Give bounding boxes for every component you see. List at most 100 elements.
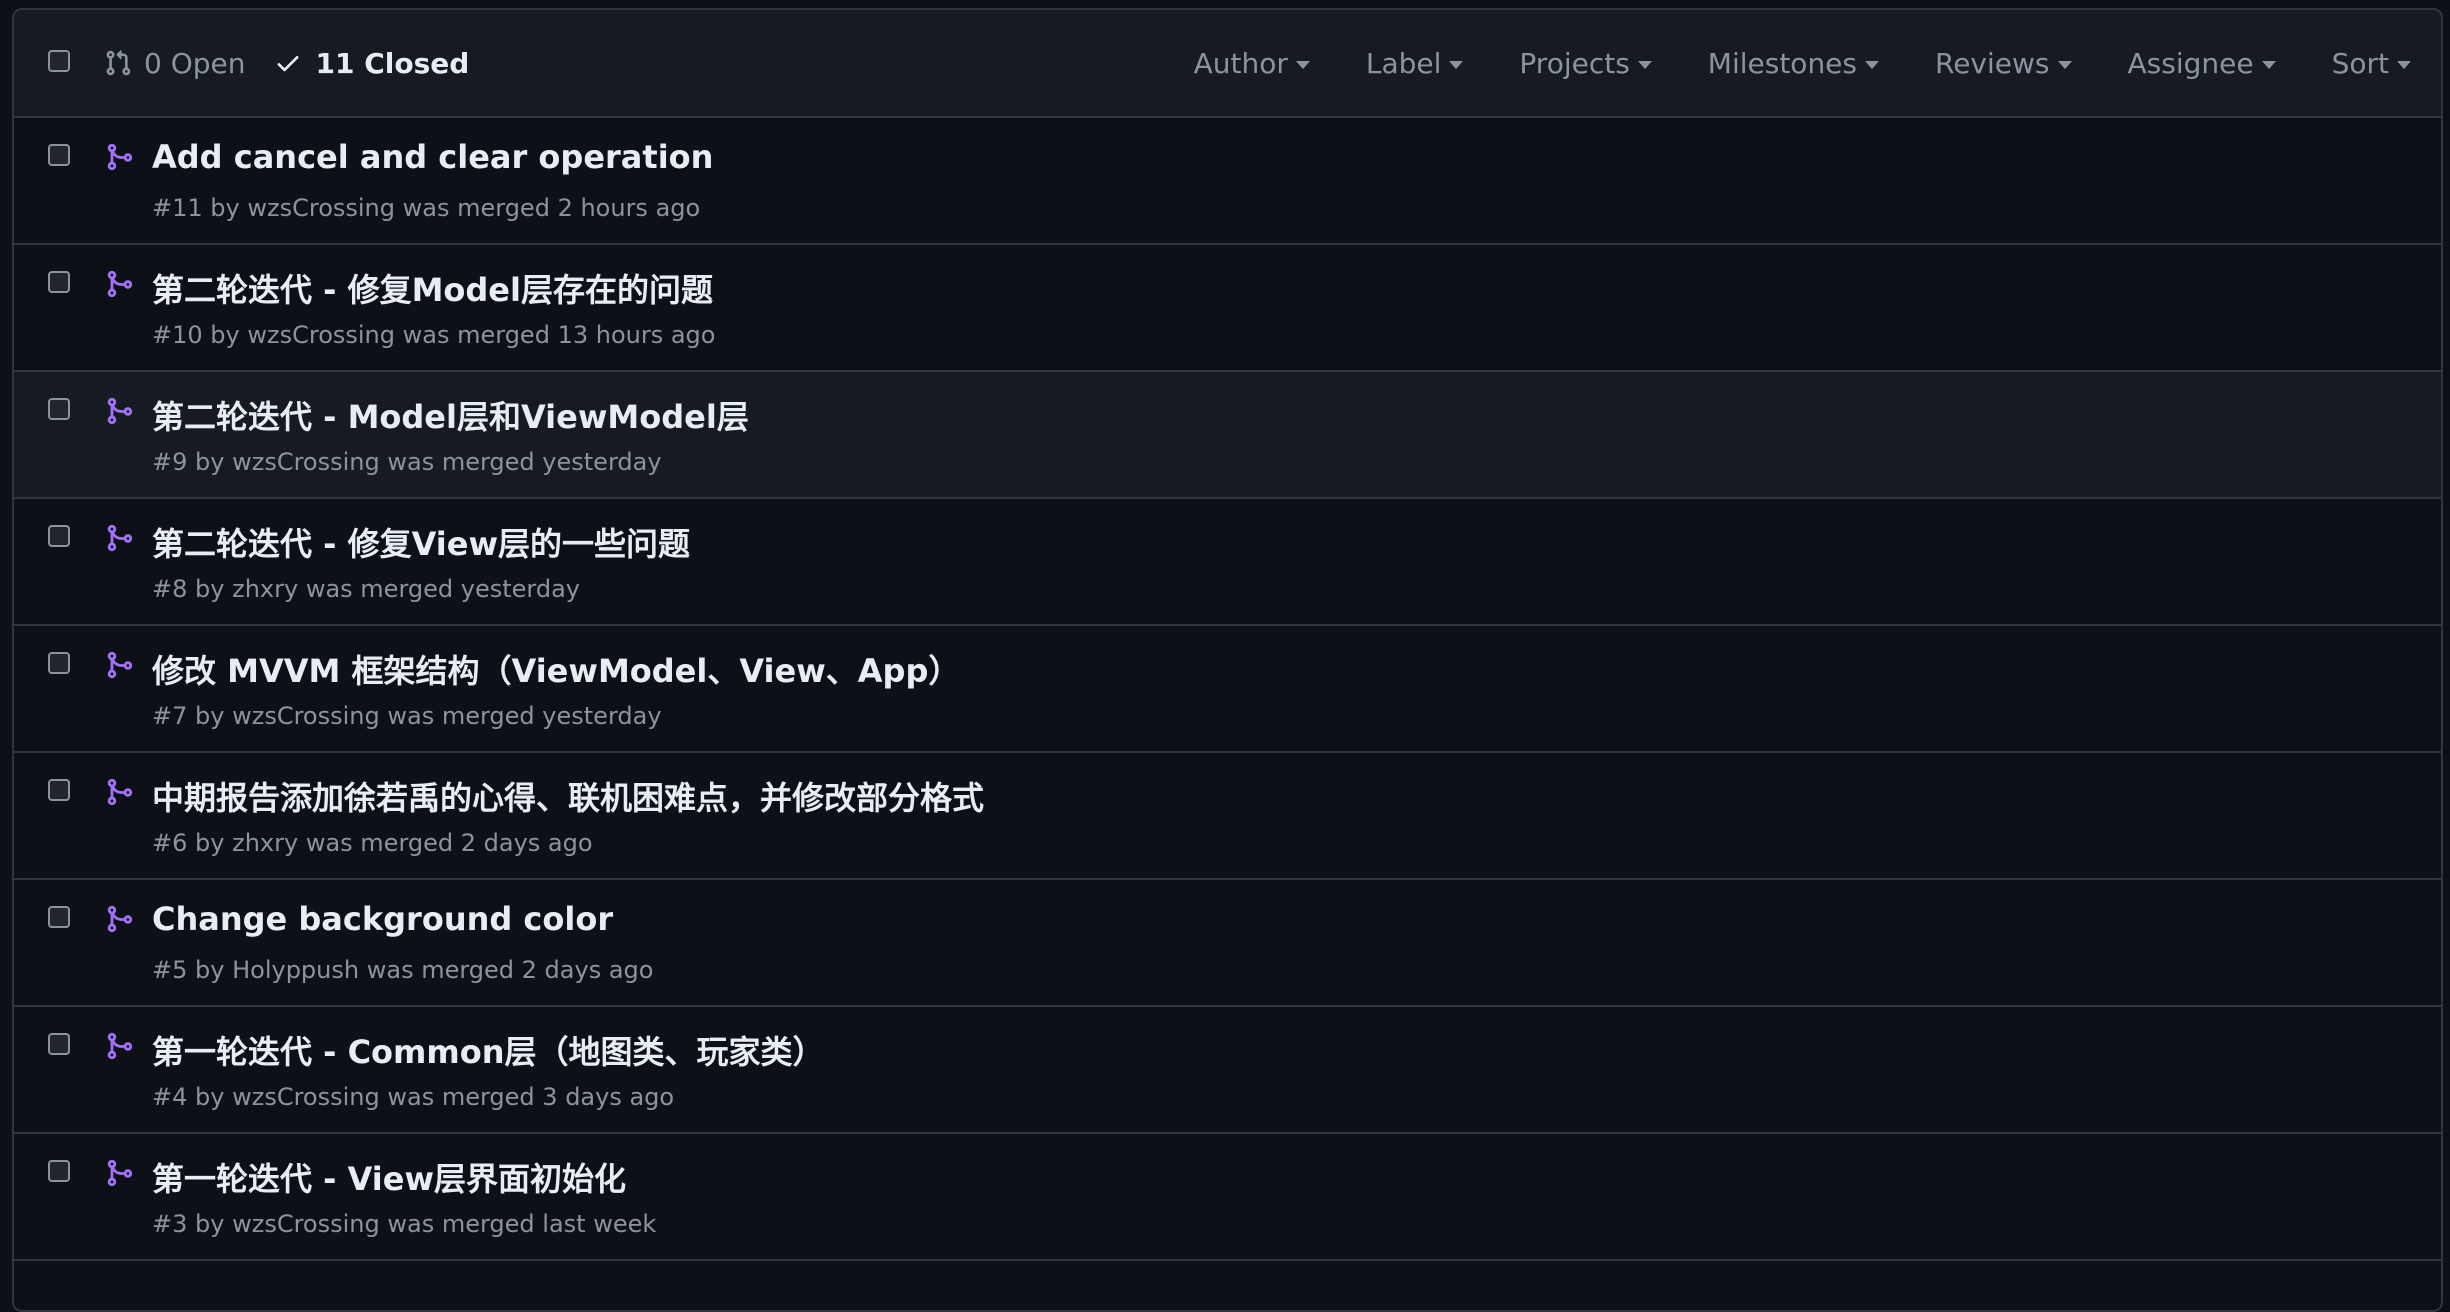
- pr-number: #8: [152, 575, 188, 603]
- sort-dropdown[interactable]: Sort: [2332, 47, 2411, 80]
- pr-author-link[interactable]: zhxry: [232, 575, 298, 603]
- pr-meta: #5 by Holyppush was merged 2 days ago: [152, 956, 654, 984]
- pr-number: #11: [152, 194, 203, 222]
- label-filter-dropdown[interactable]: Label: [1366, 47, 1464, 80]
- pr-status: was merged 2 days ago: [305, 829, 593, 857]
- list-header: 0 Open 11 Closed Author Label Projects M…: [14, 10, 2441, 118]
- pr-author-link[interactable]: wzsCrossing: [247, 321, 395, 349]
- caret-down-icon: [2057, 60, 2072, 69]
- pr-author-link[interactable]: Holyppush: [232, 956, 359, 984]
- caret-down-icon: [2397, 60, 2411, 69]
- closed-filter-link[interactable]: 11 Closed: [274, 46, 470, 80]
- row-checkbox[interactable]: [48, 525, 70, 547]
- row-checkbox[interactable]: [48, 271, 70, 293]
- pr-number: #9: [152, 448, 188, 476]
- pr-meta: #8 by zhxry was merged yesterday: [152, 575, 580, 603]
- pr-status: was merged yesterday: [305, 575, 580, 603]
- row-checkbox[interactable]: [48, 779, 70, 801]
- row-checkbox[interactable]: [48, 652, 70, 674]
- pr-title-link[interactable]: 第一轮迭代 - View层界面初始化: [152, 1154, 626, 1200]
- git-merge-icon: [107, 1159, 133, 1187]
- pr-status: was merged 13 hours ago: [402, 321, 716, 349]
- caret-down-icon: [1295, 60, 1310, 69]
- pr-title-link[interactable]: 第二轮迭代 - Model层和ViewModel层: [152, 392, 749, 438]
- git-pull-request-icon: [106, 50, 131, 76]
- list-item[interactable]: Change background color #5 by Holyppush …: [14, 880, 2441, 1007]
- open-filter-link[interactable]: 0 Open: [104, 47, 246, 80]
- pr-title-link[interactable]: Add cancel and clear operation: [152, 138, 713, 176]
- row-checkbox[interactable]: [48, 398, 70, 420]
- pr-author-link[interactable]: wzsCrossing: [247, 194, 395, 222]
- pr-status: was merged yesterday: [387, 448, 662, 476]
- row-checkbox[interactable]: [48, 906, 70, 928]
- row-checkbox[interactable]: [48, 144, 70, 166]
- pr-status: was merged 3 days ago: [387, 1083, 675, 1111]
- assignee-filter-dropdown[interactable]: Assignee: [2128, 47, 2276, 80]
- pr-meta: #6 by zhxry was merged 2 days ago: [152, 829, 593, 857]
- pr-author-link[interactable]: wzsCrossing: [232, 1210, 380, 1238]
- list-item[interactable]: 第二轮迭代 - 修复Model层存在的问题 #10 by wzsCrossing…: [14, 245, 2441, 372]
- pr-title-link[interactable]: 第一轮迭代 - Common层（地图类、玩家类）: [152, 1027, 825, 1073]
- pr-number: #4: [152, 1083, 188, 1111]
- pr-title-link[interactable]: 修改 MVVM 框架结构（ViewModel、View、App）: [152, 646, 960, 692]
- filter-label: Label: [1365, 46, 1442, 80]
- row-checkbox[interactable]: [48, 1160, 70, 1182]
- pull-request-rows: Add cancel and clear operation #11 by wz…: [14, 118, 2441, 1261]
- git-merge-icon: [107, 1032, 133, 1060]
- pr-meta: #11 by wzsCrossing was merged 2 hours ag…: [152, 194, 701, 222]
- list-item[interactable]: 第二轮迭代 - 修复View层的一些问题 #8 by zhxry was mer…: [14, 499, 2441, 626]
- reviews-filter-dropdown[interactable]: Reviews: [1935, 47, 2072, 80]
- list-item[interactable]: 第一轮迭代 - View层界面初始化 #3 by wzsCrossing was…: [14, 1134, 2441, 1261]
- pr-meta: #9 by wzsCrossing was merged yesterday: [152, 448, 662, 476]
- caret-down-icon: [1637, 60, 1652, 69]
- state-toggle: 0 Open 11 Closed: [104, 10, 469, 116]
- list-item[interactable]: 第一轮迭代 - Common层（地图类、玩家类） #4 by wzsCrossi…: [14, 1007, 2441, 1134]
- filter-label: Reviews: [1935, 46, 2050, 80]
- git-merge-icon: [107, 143, 133, 171]
- select-all-checkbox[interactable]: [48, 50, 70, 72]
- milestones-filter-dropdown[interactable]: Milestones: [1708, 47, 1879, 80]
- pr-author-link[interactable]: wzsCrossing: [232, 448, 380, 476]
- check-icon: [277, 56, 298, 72]
- pr-meta: #4 by wzsCrossing was merged 3 days ago: [152, 1083, 675, 1111]
- list-item[interactable]: 修改 MVVM 框架结构（ViewModel、View、App） #7 by w…: [14, 626, 2441, 753]
- pr-number: #6: [152, 829, 188, 857]
- git-merge-icon: [107, 651, 133, 679]
- list-item[interactable]: 中期报告添加徐若禹的心得、联机困难点，并修改部分格式 #6 by zhxry w…: [14, 753, 2441, 880]
- pr-author-link[interactable]: zhxry: [232, 829, 298, 857]
- pr-title-link[interactable]: 第二轮迭代 - 修复Model层存在的问题: [152, 265, 713, 311]
- pr-meta: #10 by wzsCrossing was merged 13 hours a…: [152, 321, 716, 349]
- git-merge-icon: [107, 524, 133, 552]
- git-merge-icon: [107, 778, 133, 806]
- pr-status: was merged last week: [387, 1210, 657, 1238]
- row-checkbox[interactable]: [48, 1033, 70, 1055]
- pr-author-link[interactable]: wzsCrossing: [232, 1083, 380, 1111]
- pr-status: was merged yesterday: [387, 702, 662, 730]
- pr-status: was merged 2 days ago: [366, 956, 654, 984]
- list-item[interactable]: 第二轮迭代 - Model层和ViewModel层 #9 by wzsCross…: [14, 372, 2441, 499]
- pr-author-link[interactable]: wzsCrossing: [232, 702, 380, 730]
- pr-title-link[interactable]: 中期报告添加徐若禹的心得、联机困难点，并修改部分格式: [152, 773, 984, 819]
- closed-count-label: 11 Closed: [315, 46, 470, 80]
- open-count-label: 0 Open: [144, 46, 246, 80]
- filter-label: Assignee: [2127, 46, 2254, 80]
- caret-down-icon: [1865, 60, 1879, 69]
- projects-filter-dropdown[interactable]: Projects: [1519, 46, 1652, 80]
- pr-status: was merged 2 hours ago: [402, 194, 701, 222]
- author-filter-dropdown[interactable]: Author: [1194, 47, 1310, 80]
- git-merge-icon: [107, 905, 133, 933]
- list-item[interactable]: Add cancel and clear operation #11 by wz…: [14, 118, 2441, 245]
- filter-label: Milestones: [1707, 46, 1857, 80]
- pr-title-link[interactable]: Change background color: [152, 900, 613, 938]
- filter-label: Projects: [1519, 46, 1630, 80]
- pr-title-link[interactable]: 第二轮迭代 - 修复View层的一些问题: [152, 519, 690, 565]
- git-merge-icon: [107, 397, 133, 425]
- filter-label: Sort: [2331, 46, 2389, 80]
- filter-label: Author: [1193, 46, 1288, 80]
- pr-number: #5: [152, 956, 188, 984]
- pr-number: #3: [152, 1210, 188, 1238]
- caret-down-icon: [2261, 60, 2276, 69]
- pr-meta: #3 by wzsCrossing was merged last week: [152, 1210, 657, 1238]
- pr-number: #7: [152, 702, 188, 730]
- caret-down-icon: [1449, 60, 1464, 69]
